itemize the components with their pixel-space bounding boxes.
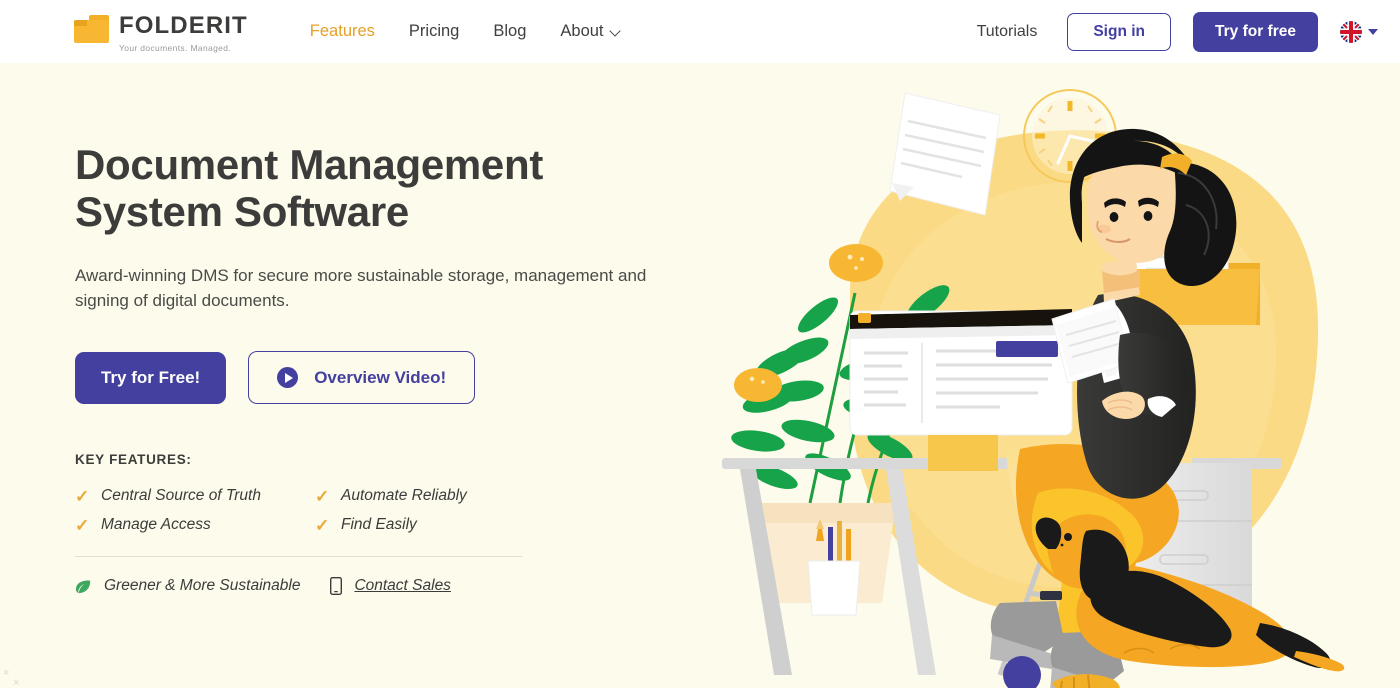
hero-footnote-row: Greener & More Sustainable Contact Sales [75, 577, 695, 596]
key-features-label: KEY FEATURES: [75, 452, 192, 468]
key-feature-item: ✓ Automate Reliably [315, 487, 695, 505]
close-icon[interactable]: × [3, 668, 9, 679]
key-feature-item: ✓ Central Source of Truth [75, 487, 315, 505]
key-feature-label: Find Easily [341, 516, 417, 534]
chevron-down-icon [611, 27, 620, 36]
overview-video-button[interactable]: Overview Video! [248, 351, 476, 405]
hero-cta-group: Try for Free! Overview Video! [75, 351, 695, 405]
try-for-free-hero-button[interactable]: Try for Free! [75, 351, 227, 404]
check-icon: ✓ [315, 515, 330, 535]
try-for-free-nav-button[interactable]: Try for free [1193, 11, 1318, 52]
language-selector[interactable] [1340, 20, 1378, 43]
sustainable-label: Greener & More Sustainable [104, 577, 301, 595]
page-title-line2: System Software [75, 188, 409, 236]
uk-flag-icon [1340, 20, 1362, 43]
check-icon: ✓ [75, 486, 90, 506]
chevron-down-icon [1368, 28, 1378, 35]
hero-illustration [700, 63, 1400, 688]
leaf-icon [75, 579, 92, 594]
nav-link-about-label: About [560, 22, 604, 40]
key-feature-label: Central Source of Truth [101, 487, 261, 505]
close-icon[interactable]: × [13, 678, 19, 688]
folder-icon [74, 14, 110, 45]
overview-video-label: Overview Video! [314, 367, 447, 387]
hero-content: Document Management System Software Awar… [75, 63, 695, 596]
page-title-line1: Document Management [75, 141, 544, 188]
key-feature-item: ✓ Manage Access [75, 516, 315, 534]
divider [75, 556, 522, 558]
sign-in-button[interactable]: Sign in [1067, 12, 1172, 51]
key-feature-label: Automate Reliably [341, 487, 467, 505]
nav-link-pricing[interactable]: Pricing [409, 22, 459, 41]
corner-close-marks: × × [0, 650, 40, 688]
check-icon: ✓ [315, 486, 330, 506]
key-feature-label: Manage Access [101, 516, 211, 534]
nav-link-tutorials[interactable]: Tutorials [977, 23, 1038, 41]
key-feature-item: ✓ Find Easily [315, 516, 695, 534]
brand-name: FOLDERIT [119, 11, 248, 39]
check-icon: ✓ [75, 515, 90, 535]
nav-actions: Tutorials Sign in Try for free [977, 11, 1378, 52]
play-circle-icon [277, 367, 299, 389]
page-title: Document Management System Software [75, 141, 695, 235]
contact-sales-link[interactable]: Contact Sales [354, 577, 451, 595]
top-navigation-bar: FOLDERIT Your documents. Managed. Featur… [0, 0, 1400, 63]
key-features-list: ✓ Central Source of Truth ✓ Automate Rel… [75, 487, 695, 534]
hero-section: Document Management System Software Awar… [0, 63, 1400, 688]
nav-link-blog[interactable]: Blog [493, 22, 526, 41]
nav-link-about[interactable]: About [560, 22, 619, 41]
primary-nav-links: Features Pricing Blog About [310, 22, 620, 41]
mobile-phone-icon [330, 577, 343, 596]
nav-link-features[interactable]: Features [310, 22, 375, 41]
brand-logo[interactable]: FOLDERIT Your documents. Managed. [74, 11, 248, 53]
brand-tagline: Your documents. Managed. [119, 42, 232, 53]
hero-subtitle: Award-winning DMS for secure more sustai… [75, 266, 647, 311]
